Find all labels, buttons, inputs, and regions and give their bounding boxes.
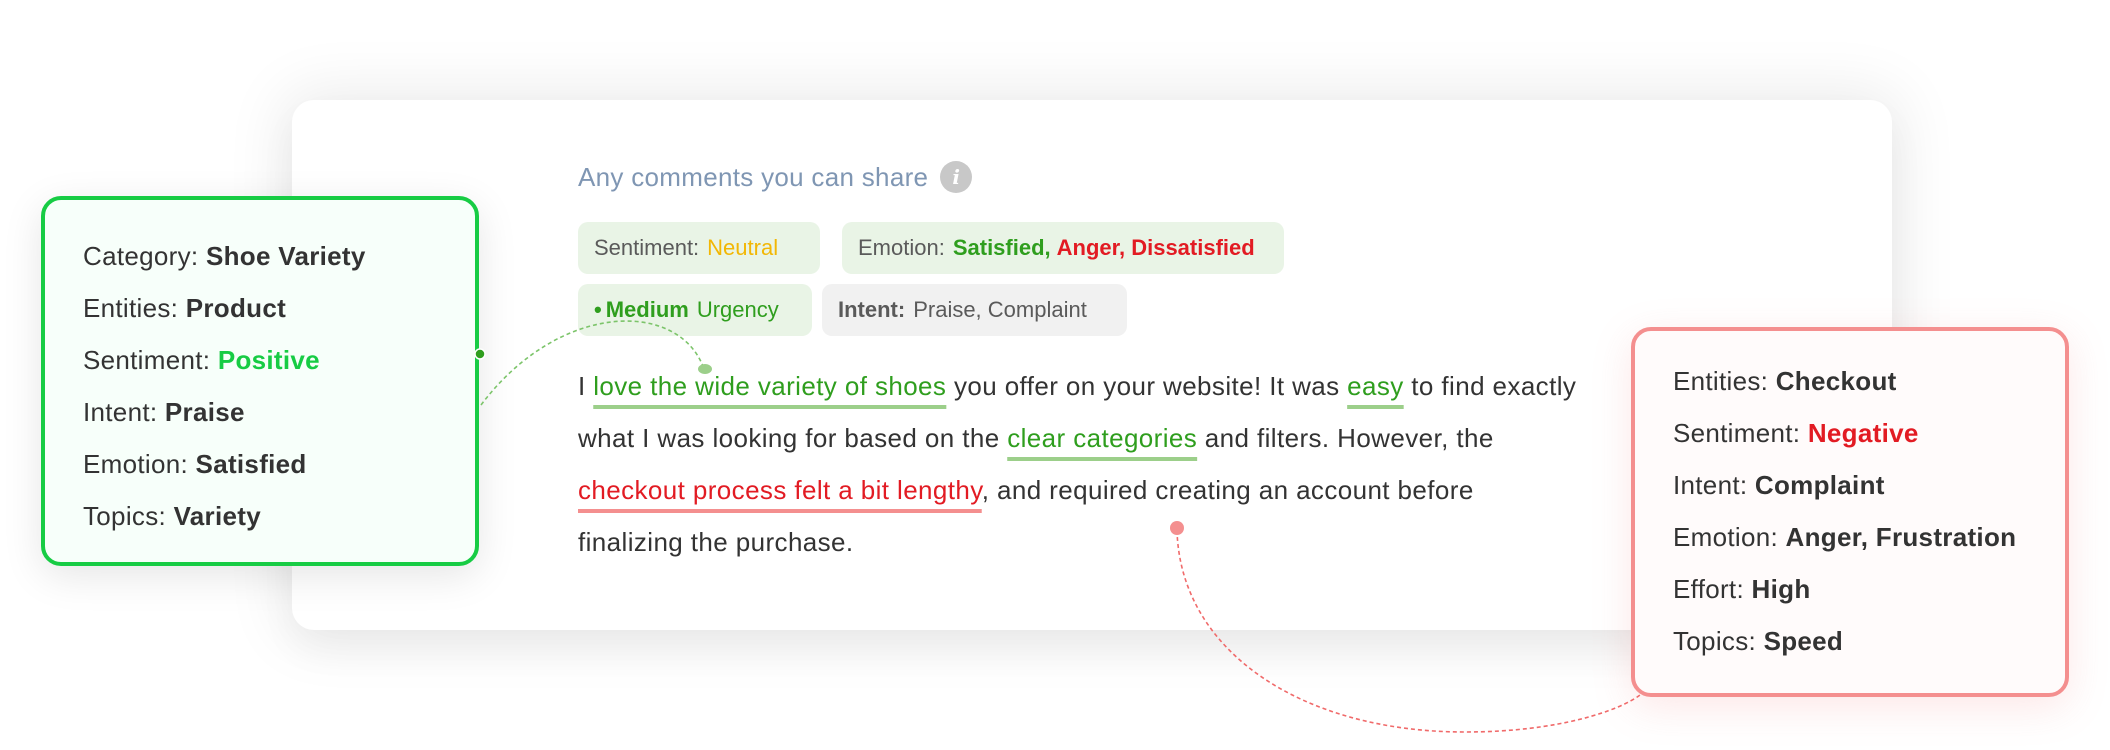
- highlight-positive[interactable]: clear categories: [1007, 423, 1197, 453]
- sentiment-chip: Sentiment: Neutral: [578, 222, 820, 274]
- comment-segment: you offer on your website! It was: [946, 371, 1348, 401]
- row-value: Checkout: [1775, 366, 1897, 396]
- row-value: Speed: [1763, 626, 1844, 656]
- panel-row-entities: Entities: Product: [83, 282, 475, 334]
- row-value: High: [1751, 574, 1811, 604]
- row-label: Intent:: [1673, 470, 1748, 500]
- row-value: Complaint: [1754, 470, 1885, 500]
- row-value: Product: [185, 293, 287, 323]
- panel-row-topics: Topics: Variety: [83, 490, 475, 542]
- row-label: Entities:: [1673, 366, 1769, 396]
- row-value: Anger, Frustration: [1785, 522, 2017, 552]
- emotion-chip-positive: Satisfied,: [952, 235, 1051, 260]
- info-icon[interactable]: i: [940, 161, 973, 193]
- urgency-chip: • Medium Urgency: [578, 284, 812, 336]
- row-value: Negative: [1807, 418, 1919, 448]
- intent-chip-value: Praise, Complaint: [913, 297, 1087, 322]
- panel-row-emotion: Emotion: Anger, Frustration: [1673, 511, 2065, 563]
- urgency-label: Urgency: [696, 297, 779, 322]
- row-label: Category:: [83, 241, 199, 271]
- panel-row-entities: Entities: Checkout: [1673, 355, 2065, 407]
- row-label: Intent:: [83, 397, 158, 427]
- row-value: Positive: [217, 345, 320, 375]
- sentiment-chip-value: Neutral: [707, 235, 779, 260]
- urgency-level: Medium: [605, 297, 689, 322]
- row-value: Praise: [164, 397, 245, 427]
- panel-row-topics: Topics: Speed: [1673, 615, 2065, 667]
- row-label: Emotion:: [1673, 522, 1779, 552]
- highlight-positive[interactable]: easy: [1347, 371, 1404, 401]
- positive-analysis-panel: Category: Shoe Variety Entities: Product…: [41, 196, 479, 566]
- panel-row-intent: Intent: Complaint: [1673, 459, 2065, 511]
- negative-analysis-panel: Entities: Checkout Sentiment: Negative I…: [1631, 327, 2069, 697]
- comment-segment: I: [578, 371, 594, 401]
- row-value: Variety: [173, 501, 261, 531]
- panel-row-intent: Intent: Praise: [83, 386, 475, 438]
- row-label: Topics:: [1673, 626, 1757, 656]
- panel-row-category: Category: Shoe Variety: [83, 230, 475, 282]
- comment-text: I love the wide variety of shoes you off…: [578, 360, 1578, 568]
- intent-chip-label: Intent:: [838, 297, 906, 322]
- comment-segment: and filters. However, the: [1197, 423, 1494, 453]
- row-label: Effort:: [1673, 574, 1744, 604]
- question-title-text: Any comments you can share: [578, 161, 929, 192]
- row-label: Emotion:: [83, 449, 189, 479]
- panel-row-sentiment: Sentiment: Positive: [83, 334, 475, 386]
- row-value: Shoe Variety: [205, 241, 366, 271]
- emotion-chip: Emotion: Satisfied, Anger, Dissatisfied: [842, 222, 1284, 274]
- emotion-chip-label: Emotion:: [858, 235, 945, 260]
- row-label: Sentiment:: [83, 345, 211, 375]
- emotion-chip-negative: Anger, Dissatisfied: [1056, 235, 1255, 260]
- highlight-positive[interactable]: love the wide variety of shoes: [593, 371, 946, 401]
- row-label: Sentiment:: [1673, 418, 1801, 448]
- row-label: Topics:: [83, 501, 167, 531]
- highlight-negative[interactable]: checkout process felt a bit lengthy: [578, 475, 982, 505]
- intent-chip: Intent: Praise, Complaint: [822, 284, 1127, 336]
- panel-row-effort: Effort: High: [1673, 563, 2065, 615]
- row-label: Entities:: [83, 293, 179, 323]
- sentiment-chip-label: Sentiment:: [594, 235, 700, 260]
- row-value: Satisfied: [195, 449, 307, 479]
- panel-row-emotion: Emotion: Satisfied: [83, 438, 475, 490]
- urgency-bullet: •: [594, 297, 602, 322]
- panel-row-sentiment: Sentiment: Negative: [1673, 407, 2065, 459]
- question-title: Any comments you can share i: [578, 160, 973, 194]
